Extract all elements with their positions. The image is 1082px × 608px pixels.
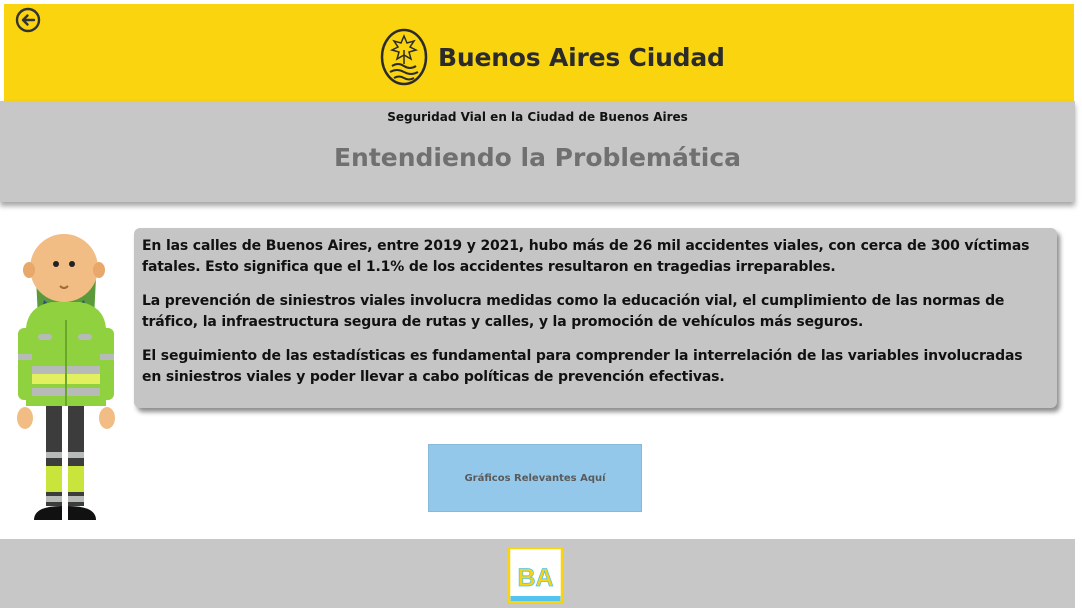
- relevant-graphs-label: Gráficos Relevantes Aquí: [464, 472, 606, 484]
- relevant-graphs-button[interactable]: Gráficos Relevantes Aquí: [428, 444, 642, 512]
- brand-name: Buenos Aires Ciudad: [438, 42, 725, 72]
- info-paragraph: La prevención de siniestros viales invol…: [142, 293, 1005, 330]
- brand: Buenos Aires Ciudad: [380, 28, 725, 86]
- info-paragraph: El seguimiento de las estadísticas es fu…: [142, 348, 1023, 385]
- header-band: Buenos Aires Ciudad: [4, 4, 1074, 101]
- ba-logo-text: BA: [517, 564, 553, 592]
- page-subtitle: Seguridad Vial en la Ciudad de Buenos Ai…: [387, 110, 688, 124]
- info-panel: En las calles de Buenos Aires, entre 201…: [134, 228, 1057, 408]
- back-button[interactable]: [15, 7, 41, 33]
- ba-logo-icon: BA: [508, 547, 563, 603]
- footer-band: BA: [0, 539, 1075, 608]
- title-band: Seguridad Vial en la Ciudad de Buenos Ai…: [0, 101, 1075, 202]
- city-seal-icon: [380, 28, 428, 86]
- info-paragraph: En las calles de Buenos Aires, entre 201…: [142, 238, 1030, 275]
- page-title: Entendiendo la Problemática: [333, 143, 742, 172]
- traffic-agent-illustration: [17, 234, 115, 520]
